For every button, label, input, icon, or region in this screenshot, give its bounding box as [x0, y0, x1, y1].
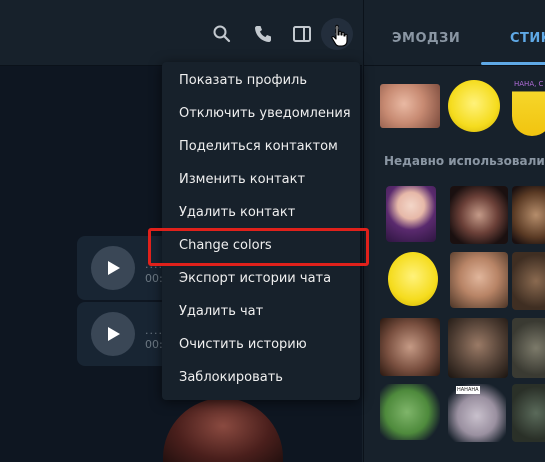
play-button[interactable] — [91, 312, 135, 356]
sticker[interactable]: HAHAHA — [448, 384, 506, 442]
sidebar-panel-icon — [293, 26, 311, 42]
play-icon — [108, 261, 120, 275]
menu-item-share-contact[interactable]: Поделиться контактом — [162, 130, 360, 163]
sticker[interactable] — [450, 186, 508, 244]
phone-icon — [255, 26, 271, 42]
highlight-box — [148, 228, 369, 266]
sticker[interactable] — [380, 384, 440, 440]
call-button[interactable] — [247, 18, 279, 50]
sticker-set-icon[interactable] — [380, 84, 440, 128]
tab-stickers[interactable]: СТИКЕРЫ — [510, 0, 545, 66]
sticker[interactable] — [512, 384, 545, 442]
sticker[interactable] — [512, 318, 545, 378]
panel-tabs: ЭМОДЗИ СТИКЕРЫ — [364, 0, 545, 66]
emoji-sticker-panel: ЭМОДЗИ СТИКЕРЫ HAHA, C Недавно использов… — [363, 0, 545, 462]
menu-item-mute-notifications[interactable]: Отключить уведомления — [162, 97, 360, 130]
chat-header — [0, 0, 362, 66]
section-title: Недавно использовались — [384, 154, 545, 168]
menu-item-delete-chat[interactable]: Удалить чат — [162, 295, 360, 328]
play-button[interactable] — [91, 246, 135, 290]
menu-item-show-profile[interactable]: Показать профиль — [162, 64, 360, 97]
voice-duration: 00: — [145, 272, 163, 285]
menu-item-block[interactable]: Заблокировать — [162, 361, 360, 394]
menu-item-edit-contact[interactable]: Изменить контакт — [162, 163, 360, 196]
sticker-set-icon[interactable]: HAHA, C — [512, 80, 545, 136]
sticker[interactable] — [388, 252, 438, 306]
sticker[interactable] — [380, 318, 440, 376]
search-icon — [213, 25, 231, 43]
sticker[interactable] — [448, 318, 508, 378]
sticker[interactable] — [512, 186, 545, 244]
menu-item-clear-history[interactable]: Очистить историю — [162, 328, 360, 361]
search-button[interactable] — [206, 18, 238, 50]
sidebar-toggle-button[interactable] — [286, 18, 318, 50]
sticker[interactable] — [450, 252, 508, 308]
photo-message[interactable] — [163, 398, 283, 462]
menu-item-export-chat-history[interactable]: Экспорт истории чата — [162, 262, 360, 295]
sticker[interactable] — [512, 252, 545, 310]
active-tab-indicator — [481, 62, 545, 65]
hand-cursor-icon — [331, 24, 348, 47]
sticker[interactable] — [386, 186, 436, 242]
voice-duration: 00: — [145, 338, 163, 351]
sticker-caption: HAHAHA — [456, 386, 480, 394]
play-icon — [108, 327, 120, 341]
sticker-caption: HAHA, C — [514, 80, 544, 88]
sticker-set-icon[interactable] — [448, 80, 500, 132]
tab-emoji[interactable]: ЭМОДЗИ — [392, 0, 460, 66]
menu-item-delete-contact[interactable]: Удалить контакт — [162, 196, 360, 229]
